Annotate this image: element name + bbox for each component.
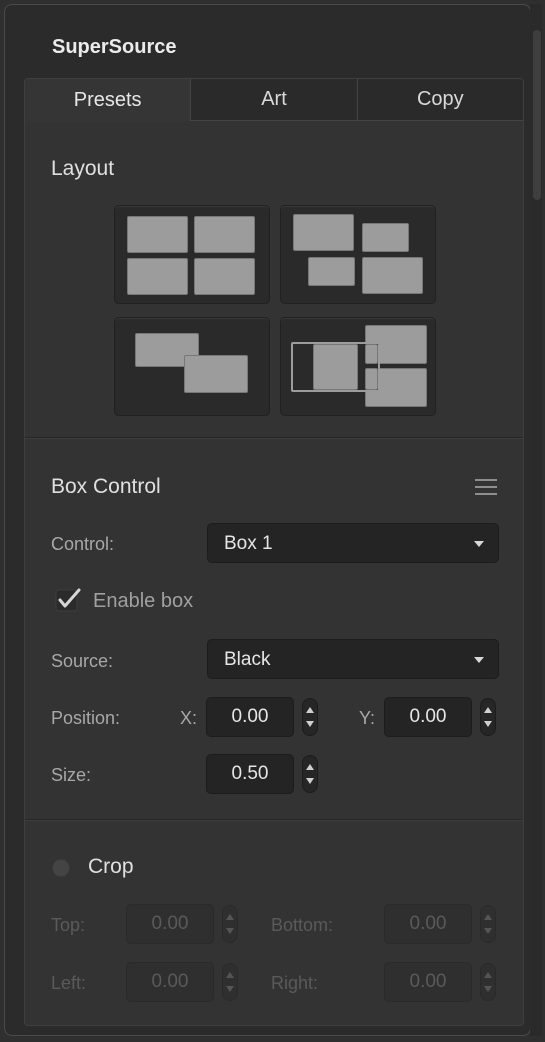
stepper-up-icon[interactable] [306, 707, 314, 713]
panel-content: Presets Art Copy Layout Box Control Cont… [24, 78, 524, 1026]
box-control-heading: Box Control [51, 475, 161, 498]
layout-preset-four-box-button[interactable] [114, 205, 270, 304]
size-stepper[interactable] [302, 755, 318, 793]
layout-preset-split-button[interactable] [280, 317, 436, 416]
crop-bottom-label: Bottom: [271, 915, 334, 935]
enable-box-label: Enable box [93, 590, 194, 612]
tab-copy[interactable]: Copy [357, 79, 523, 121]
layout-heading: Layout [51, 157, 115, 180]
vertical-split-layout-icon [281, 318, 435, 415]
crop-left-input[interactable]: 0.00 [126, 962, 214, 1002]
control-dropdown[interactable]: Box 1 [207, 523, 499, 563]
tab-presets[interactable]: Presets [25, 79, 192, 121]
crop-left-stepper[interactable] [222, 963, 238, 1001]
stepper-down-icon[interactable] [226, 928, 234, 934]
position-y-label: Y: [359, 708, 376, 728]
crop-right-stepper[interactable] [480, 963, 496, 1001]
tab-bar: Presets Art Copy [25, 79, 523, 121]
panel-title: SuperSource [52, 36, 177, 58]
stepper-down-icon[interactable] [226, 986, 234, 992]
hamburger-menu-icon[interactable] [475, 479, 497, 495]
size-input[interactable]: 0.50 [206, 754, 294, 794]
crop-right-input[interactable]: 0.00 [384, 962, 472, 1002]
section-divider [25, 819, 523, 821]
stepper-up-icon[interactable] [484, 707, 492, 713]
stepper-up-icon[interactable] [484, 914, 492, 920]
stepper-down-icon[interactable] [484, 928, 492, 934]
crop-left-label: Left: [51, 973, 87, 993]
four-box-layout-icon [115, 206, 269, 303]
layout-preset-staggered-button[interactable] [280, 205, 436, 304]
source-label: Source: [51, 651, 114, 671]
section-divider [25, 437, 523, 439]
position-y-input[interactable]: 0.00 [384, 697, 472, 737]
position-y-stepper[interactable] [480, 698, 496, 736]
scrollbar-thumb[interactable] [533, 30, 541, 200]
stepper-up-icon[interactable] [226, 972, 234, 978]
source-dropdown-value: Black [224, 649, 271, 670]
stepper-up-icon[interactable] [226, 914, 234, 920]
stepper-up-icon[interactable] [306, 764, 314, 770]
size-label: Size: [51, 765, 92, 785]
crop-toggle[interactable] [52, 859, 70, 877]
enable-box-checkbox[interactable] [55, 587, 81, 613]
control-label: Control: [51, 534, 115, 554]
crop-bottom-input[interactable]: 0.00 [384, 904, 472, 944]
two-box-overlap-layout-icon [115, 318, 269, 415]
stepper-down-icon[interactable] [484, 986, 492, 992]
staggered-four-box-layout-icon [281, 206, 435, 303]
stepper-down-icon[interactable] [306, 721, 314, 727]
position-label: Position: [51, 708, 121, 728]
stepper-down-icon[interactable] [306, 778, 314, 784]
scrollbar[interactable] [530, 4, 542, 1036]
stepper-up-icon[interactable] [484, 972, 492, 978]
source-dropdown[interactable]: Black [207, 639, 499, 679]
checkmark-icon [55, 588, 81, 612]
chevron-down-icon [474, 541, 484, 547]
tab-art[interactable]: Art [191, 79, 358, 121]
crop-heading: Crop [88, 855, 134, 878]
position-x-stepper[interactable] [302, 698, 318, 736]
crop-top-label: Top: [51, 915, 86, 935]
crop-bottom-stepper[interactable] [480, 905, 496, 943]
stepper-down-icon[interactable] [484, 721, 492, 727]
crop-right-label: Right: [271, 973, 319, 993]
chevron-down-icon [474, 657, 484, 663]
layout-preset-overlap-button[interactable] [114, 317, 270, 416]
crop-top-stepper[interactable] [222, 905, 238, 943]
position-x-label: X: [180, 708, 198, 728]
position-x-input[interactable]: 0.00 [206, 697, 294, 737]
crop-top-input[interactable]: 0.00 [126, 904, 214, 944]
control-dropdown-value: Box 1 [224, 533, 273, 554]
